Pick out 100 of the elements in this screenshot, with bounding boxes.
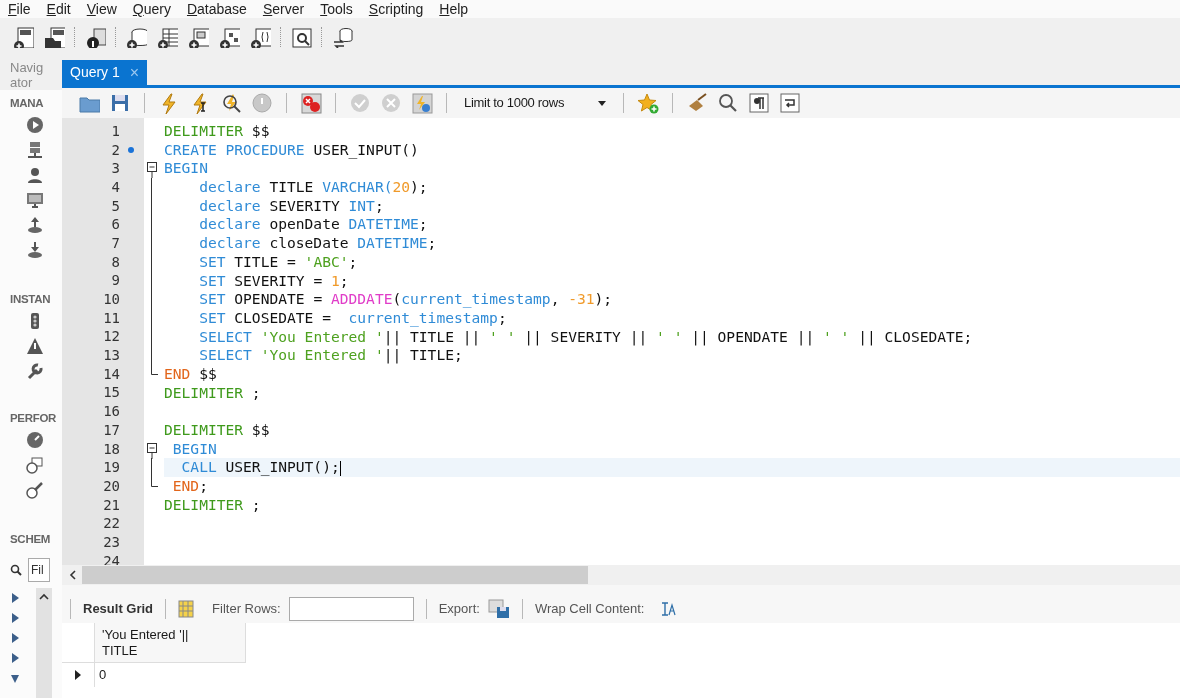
line-number: 23: [102, 532, 120, 552]
scrollbar[interactable]: [36, 588, 52, 698]
filter-rows-label: Filter Rows:: [212, 600, 281, 619]
line-number: 11: [102, 308, 120, 328]
server-icon[interactable]: [26, 140, 44, 159]
limit-dropdown[interactable]: Limit to 1000 rows: [460, 92, 610, 114]
line-number: 15: [102, 383, 120, 403]
monitor-icon[interactable]: [26, 190, 44, 209]
line-number: 13: [102, 346, 120, 366]
user-icon[interactable]: [26, 165, 44, 184]
code-line: declare openDate DATETIME;: [198, 215, 428, 235]
menu-item[interactable]: Tools: [312, 1, 361, 17]
code-line: SET CLOSEDATE = current_timestamp;: [198, 308, 507, 328]
column-header[interactable]: 'You Entered '|| TITLE: [95, 623, 246, 663]
export-label: Export:: [438, 600, 480, 619]
fold-toggle-icon[interactable]: [146, 159, 158, 179]
menu-item[interactable]: Query: [124, 1, 179, 17]
grid-columns-icon[interactable]: [178, 600, 195, 618]
line-number: 19: [102, 458, 120, 478]
line-number: 8: [110, 252, 120, 272]
line-number: 4: [110, 177, 120, 197]
line-number: 22: [102, 514, 120, 534]
table-cell-text: 0: [98, 666, 108, 684]
line-number: 5: [110, 196, 120, 216]
code-line: DELIMITER ;: [164, 495, 261, 515]
menu-item[interactable]: Server: [254, 1, 313, 17]
database-info-icon[interactable]: [84, 26, 106, 48]
fold-end-line: [151, 364, 158, 375]
play-icon[interactable]: [26, 115, 44, 134]
autocommit-icon[interactable]: [411, 92, 433, 114]
code-line: declare closeDate DATETIME;: [198, 234, 437, 253]
code-line: BEGIN: [164, 159, 208, 179]
menu-item[interactable]: Database: [178, 1, 255, 17]
wrap-cell-label: Wrap Cell Content:: [534, 600, 645, 619]
menu-item[interactable]: File: [0, 1, 39, 17]
line-number: 14: [102, 364, 120, 384]
line-number: 1: [110, 121, 120, 141]
line-number: 6: [110, 215, 120, 235]
scroll-up-icon[interactable]: [39, 592, 49, 602]
scroll-left-icon[interactable]: [68, 570, 78, 580]
menu-item[interactable]: View: [78, 1, 125, 17]
code-line: SELECT 'You Entered '|| TITLE;: [198, 346, 463, 365]
code-line: declare SEVERITY INT;: [198, 196, 384, 216]
line-number: 18: [102, 439, 120, 459]
filter-field[interactable]: Fil: [28, 558, 50, 582]
word-wrap-icon[interactable]: [779, 92, 801, 114]
menu-item[interactable]: Scripting: [360, 1, 432, 17]
line-number: 3: [110, 159, 120, 179]
code-line: SET OPENDATE = ADDDATE(current_timestamp, -31);: [198, 290, 613, 309]
result-grid-tab[interactable]: Result Grid: [83, 599, 154, 619]
star-plus-icon[interactable]: [637, 92, 659, 114]
line-number: 10: [102, 290, 120, 310]
reports-icon[interactable]: [26, 455, 44, 474]
tools-icon[interactable]: [26, 480, 44, 499]
new-sql-file-icon[interactable]: [12, 26, 34, 48]
function-plus-icon[interactable]: [249, 26, 271, 48]
check-icon[interactable]: [349, 92, 371, 114]
code-line: CREATE PROCEDURE USER_INPUT(): [164, 140, 419, 160]
table-plus-icon[interactable]: [156, 26, 178, 48]
line-number: 16: [102, 402, 120, 422]
line-number: 20: [102, 476, 120, 496]
search-icon: [10, 564, 22, 576]
error-toggle-icon[interactable]: [300, 92, 322, 114]
line-number: 9: [110, 271, 120, 291]
menu-item[interactable]: Edit: [38, 1, 79, 17]
routine-plus-icon[interactable]: [218, 26, 240, 48]
search-icon[interactable]: [717, 92, 739, 114]
line-number: 21: [102, 495, 120, 515]
line-number: 2: [110, 140, 120, 160]
upload-icon[interactable]: [26, 215, 44, 234]
code-line: DELIMITER $$: [164, 421, 270, 440]
menu-item[interactable]: Help: [431, 1, 477, 17]
code-line: declare TITLE VARCHAR(20);: [198, 178, 428, 197]
line-number: 7: [110, 233, 120, 253]
export-icon[interactable]: [487, 599, 510, 619]
search-table-icon[interactable]: [290, 26, 312, 48]
filter-rows-field[interactable]: [288, 597, 414, 621]
gauge-icon[interactable]: [26, 430, 44, 449]
navigator-title: Navig ator: [9, 60, 45, 90]
wrench-icon[interactable]: [26, 361, 44, 380]
section-heading: INSTAN: [10, 292, 51, 307]
view-plus-icon[interactable]: [187, 26, 209, 48]
code-line: END $$: [164, 364, 217, 384]
line-number: 12: [102, 327, 120, 347]
scrollbar-thumb[interactable]: [82, 566, 588, 584]
fold-line: [151, 458, 152, 478]
line-number: 17: [102, 420, 120, 440]
code-line: END;: [171, 477, 208, 496]
editor-tab[interactable]: Query 1 ×: [62, 60, 148, 85]
download-icon[interactable]: [26, 240, 44, 259]
dropdown-caret-icon: [598, 100, 606, 106]
pilcrow-icon[interactable]: [748, 92, 770, 114]
warning-icon[interactable]: [26, 336, 44, 355]
save-icon[interactable]: [109, 92, 131, 114]
code-line: DELIMITER ;: [164, 383, 261, 403]
lightning-magnifier-icon[interactable]: [220, 92, 242, 114]
open-sql-file-icon[interactable]: [43, 26, 65, 48]
code-line: SET TITLE = 'ABC';: [198, 252, 358, 272]
wrap-cell-icon[interactable]: [660, 601, 677, 617]
database-plus-icon[interactable]: [125, 26, 147, 48]
